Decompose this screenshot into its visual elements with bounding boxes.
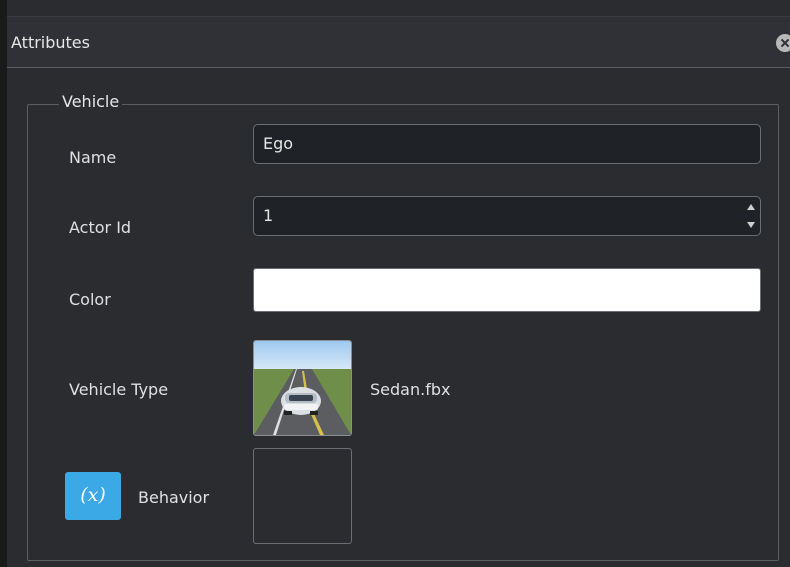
behavior-label: Behavior <box>138 488 210 507</box>
variable-icon[interactable]: (x) <box>65 472 121 520</box>
vehicle-type-filename: Sedan.fbx <box>370 380 451 399</box>
actor-id-label: Actor Id <box>69 218 132 237</box>
vehicle-type-label: Vehicle Type <box>69 380 169 399</box>
name-input[interactable]: Ego <box>253 124 761 164</box>
attributes-panel: Attributes Vehicle Name Ego Actor Id 1 C… <box>0 0 790 567</box>
sedan-thumbnail-image <box>254 341 351 435</box>
spin-down-icon[interactable] <box>747 222 755 228</box>
name-value: Ego <box>263 134 294 153</box>
group-title: Vehicle <box>59 92 123 111</box>
color-swatch[interactable] <box>253 268 761 312</box>
panel-title-bar: Attributes <box>7 16 790 68</box>
panel-content: Vehicle Name Ego Actor Id 1 Color Vehicl… <box>7 68 790 567</box>
actor-id-spinbox[interactable]: 1 <box>253 196 761 236</box>
behavior-thumbnail[interactable] <box>253 448 352 544</box>
panel-title: Attributes <box>11 33 90 52</box>
close-circle-icon[interactable] <box>776 34 790 52</box>
name-label: Name <box>69 148 117 167</box>
actor-id-value: 1 <box>263 206 274 225</box>
color-label: Color <box>69 290 111 309</box>
panel-edge <box>0 0 7 567</box>
vehicle-type-thumbnail[interactable] <box>253 340 352 436</box>
spin-up-icon[interactable] <box>747 204 755 210</box>
